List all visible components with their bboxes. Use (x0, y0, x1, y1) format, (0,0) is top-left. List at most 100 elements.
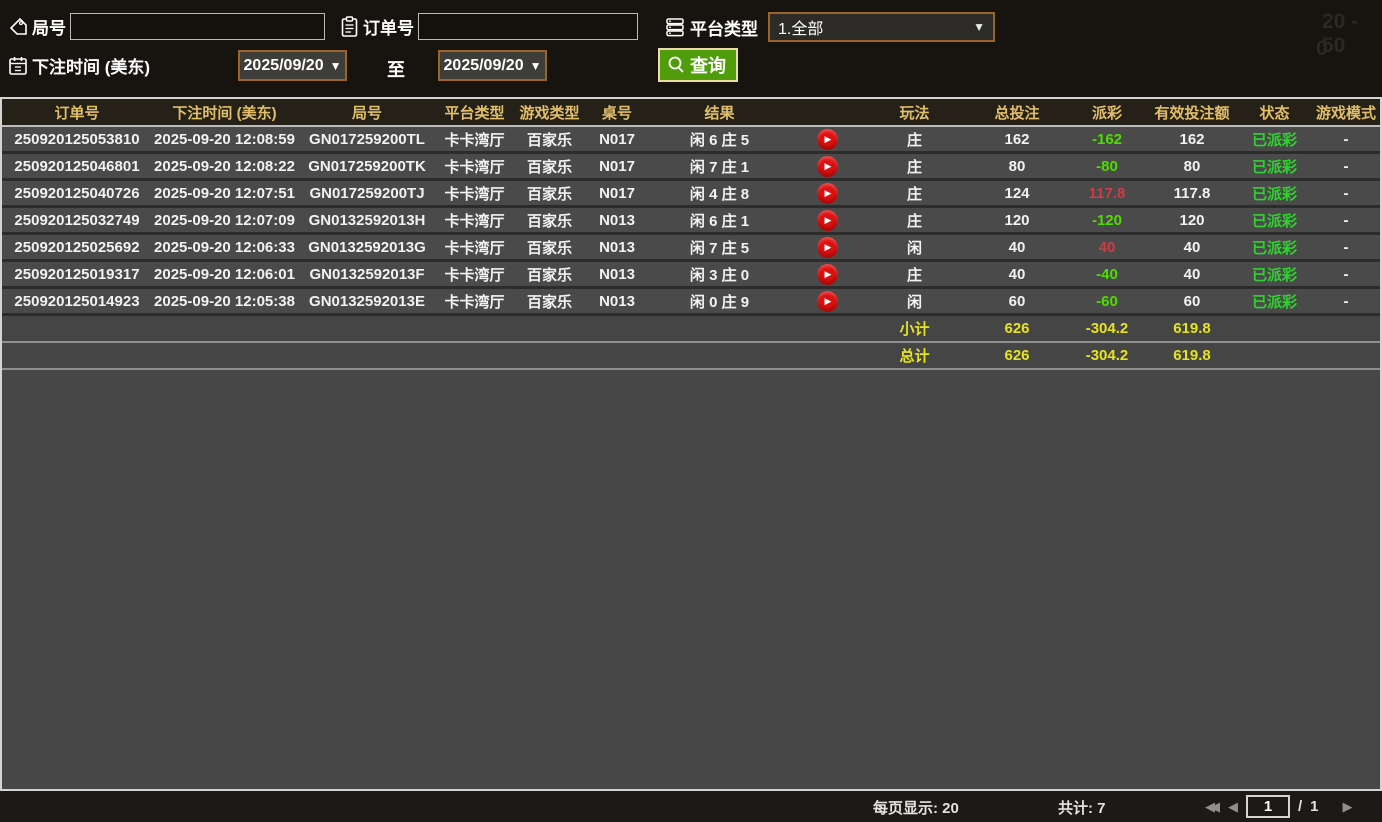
query-button-label: 查询 (690, 56, 726, 76)
order-no-label: 订单号 (363, 19, 414, 38)
column-header: 玩法 (899, 104, 930, 122)
calendar-icon (8, 55, 28, 76)
cell-result: 闲 4 庄 8 (689, 185, 750, 203)
cell-payout: 40 (1098, 238, 1116, 256)
cell-bet-time: 2025-09-20 12:07:09 (154, 211, 295, 229)
date-from-button[interactable]: 2025/09/20 ▼ (238, 50, 347, 81)
cell-replay: ▶ (792, 263, 862, 285)
pagination-first-button[interactable]: ◀◀ (1205, 799, 1220, 815)
total-label: 总计 (899, 348, 930, 365)
date-to-button[interactable]: 2025/09/20 ▼ (438, 50, 547, 81)
cell-order-no: 250920125014923 (14, 292, 140, 310)
platform-type-select[interactable]: 1.全部 ▼ (768, 12, 995, 42)
cell-result: 闲 6 庄 5 (689, 131, 750, 149)
subtotal-valid-bet: 619.8 (1173, 320, 1211, 337)
cell-replay: ▶ (792, 236, 862, 258)
cell-result: 闲 6 庄 1 (689, 212, 750, 230)
cell-bet-time: 2025-09-20 12:06:33 (154, 238, 295, 256)
bet-time-field-label: 下注时间 (美东) (8, 53, 150, 78)
play-button[interactable]: ▶ (816, 155, 838, 177)
cell-payout: -162 (1091, 130, 1123, 148)
play-button[interactable]: ▶ (816, 182, 838, 204)
cell-replay: ▶ (792, 155, 862, 177)
cell-table-no: N013 (599, 238, 635, 256)
subtotal-row: 小计 626 -304.2 619.8 (2, 316, 1380, 343)
page-input[interactable] (1246, 795, 1290, 818)
play-button[interactable]: ▶ (816, 128, 838, 150)
cell-play-type: 庄 (906, 158, 922, 176)
pagination: ◀◀ ◀ / 1 ▶ (1205, 795, 1358, 818)
cell-table-no: N013 (599, 265, 635, 283)
cell-play-type: 闲 (906, 293, 922, 311)
cell-bet-time: 2025-09-20 12:08:59 (154, 130, 295, 148)
platform-type-label: 平台类型 (690, 19, 758, 39)
round-no-input[interactable] (70, 13, 325, 40)
platform-type-selected-value: 1.全部 (778, 21, 824, 38)
page-size-label: 每页显示: 20 (873, 800, 959, 817)
cell-game-type: 百家乐 (526, 185, 572, 203)
cell-status: 已派彩 (1251, 158, 1297, 176)
cell-payout: -120 (1091, 211, 1123, 229)
total-count-label: 共计: 7 (1058, 800, 1106, 817)
table-header-row: 订单号 下注时间 (美东) 局号 平台类型 游戏类型 桌号 结果 玩法 总投注 派彩 有效投注额 状态… (2, 99, 1380, 127)
pagination-next-button[interactable]: ▶ (1327, 799, 1358, 815)
cell-bet-time: 2025-09-20 12:05:38 (154, 292, 295, 310)
round-no-field: 局号 (8, 13, 325, 40)
cell-result: 闲 0 庄 9 (689, 293, 750, 311)
subtotal-payout: -304.2 (1085, 320, 1129, 337)
play-button[interactable]: ▶ (816, 263, 838, 285)
cell-platform: 卡卡湾厅 (444, 158, 505, 176)
cell-game-mode: - (1343, 157, 1349, 175)
table-row: 250920125032749 2025-09-20 12:07:09 GN01… (2, 208, 1380, 235)
cell-play-type: 庄 (906, 131, 922, 149)
play-button[interactable]: ▶ (816, 209, 838, 231)
background-remnant-amount: 0 (1316, 37, 1328, 60)
clipboard-icon (340, 15, 359, 38)
query-button[interactable]: 查询 (658, 48, 738, 82)
cell-play-type: 闲 (906, 239, 922, 257)
cell-payout: -60 (1096, 292, 1118, 310)
subtotal-total-bet: 626 (1004, 320, 1030, 337)
cell-table-no: N013 (599, 211, 635, 229)
cell-valid-bet: 60 (1183, 292, 1201, 310)
date-range-to-label: 至 (387, 60, 405, 80)
cell-status: 已派彩 (1251, 293, 1297, 311)
column-header: 桌号 (601, 104, 632, 122)
cell-round-no: GN0132592013G (308, 238, 426, 256)
column-header: 平台类型 (444, 104, 505, 122)
page-separator: / (1298, 798, 1303, 815)
cell-game-mode: - (1343, 184, 1349, 202)
round-no-label: 局号 (32, 19, 66, 38)
cell-valid-bet: 80 (1183, 157, 1201, 175)
cell-replay: ▶ (792, 290, 862, 312)
cell-total-bet: 120 (1004, 211, 1030, 229)
total-payout: -304.2 (1085, 347, 1129, 364)
cell-valid-bet: 117.8 (1173, 184, 1211, 202)
column-header: 有效投注额 (1154, 104, 1230, 122)
cell-table-no: N017 (599, 157, 635, 175)
background-remnant-limit: 20 - 50 (1322, 10, 1359, 57)
column-header: 结果 (704, 104, 735, 122)
column-header: 游戏类型 (519, 104, 580, 122)
cell-bet-time: 2025-09-20 12:07:51 (154, 184, 295, 202)
cell-valid-bet: 162 (1179, 130, 1205, 148)
cell-platform: 卡卡湾厅 (444, 212, 505, 230)
play-button[interactable]: ▶ (816, 290, 838, 312)
order-no-input[interactable] (418, 13, 638, 40)
column-header: 总投注 (994, 104, 1040, 122)
cell-order-no: 250920125019317 (14, 265, 140, 283)
cell-game-mode: - (1343, 292, 1349, 310)
pagination-prev-button[interactable]: ◀ (1228, 799, 1238, 815)
cell-round-no: GN017259200TJ (309, 184, 425, 202)
cell-game-type: 百家乐 (526, 212, 572, 230)
table-row: 250920125046801 2025-09-20 12:08:22 GN01… (2, 154, 1380, 181)
cell-status: 已派彩 (1251, 266, 1297, 284)
play-button[interactable]: ▶ (816, 236, 838, 258)
cell-round-no: GN0132592013E (309, 292, 425, 310)
cell-valid-bet: 40 (1183, 265, 1201, 283)
cell-total-bet: 40 (1008, 265, 1026, 283)
chevron-down-icon: ▼ (973, 20, 985, 34)
table-row: 250920125053810 2025-09-20 12:08:59 GN01… (2, 127, 1380, 154)
search-icon (666, 55, 686, 75)
cell-play-type: 庄 (906, 266, 922, 284)
